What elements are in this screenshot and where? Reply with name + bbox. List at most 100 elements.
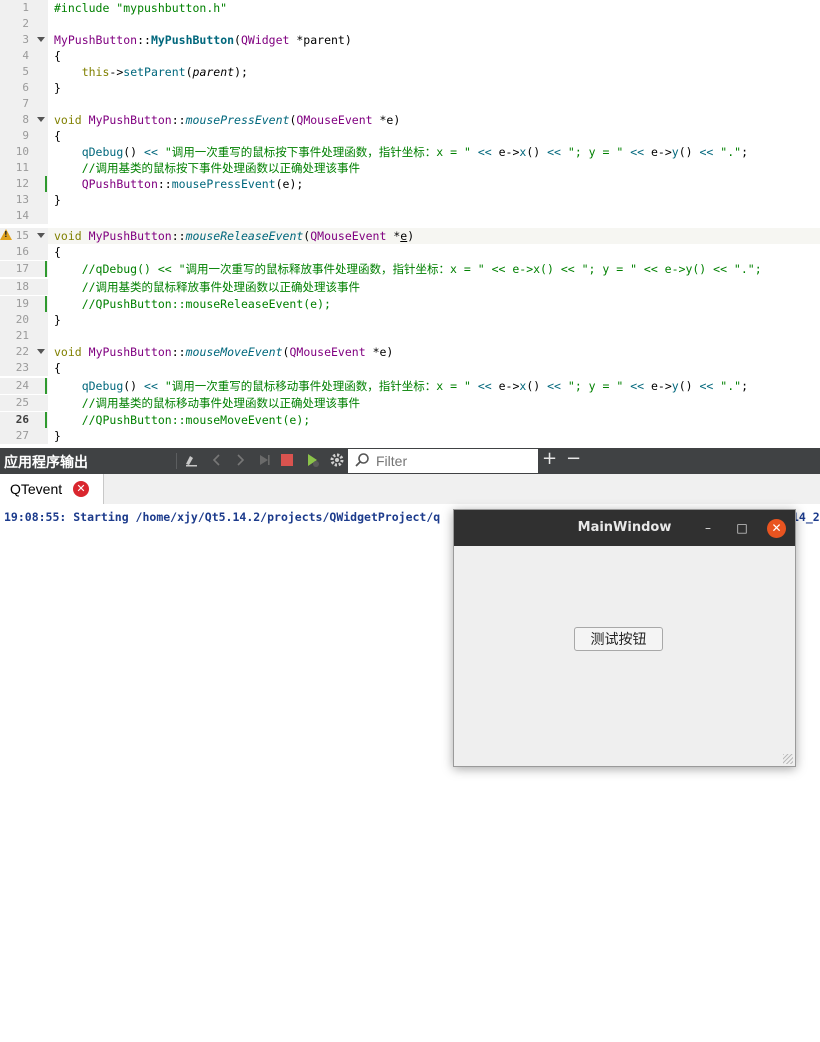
code-line[interactable]: 2 <box>0 16 820 32</box>
stop-icon[interactable] <box>280 452 294 473</box>
maximize-button[interactable]: □ <box>733 519 751 537</box>
gutter: 9 <box>0 128 48 144</box>
gutter: 21 <box>0 328 48 344</box>
gutter: 26 <box>0 412 48 428</box>
code-token: :: <box>171 113 186 127</box>
rerun-icon[interactable] <box>256 452 272 473</box>
close-button[interactable]: ✕ <box>767 519 786 538</box>
code-token: ( <box>234 33 241 47</box>
code-line[interactable]: 27 } <box>0 428 820 444</box>
window-title-bar[interactable]: MainWindow – □ ✕ <box>454 510 795 546</box>
filter-box[interactable] <box>348 449 538 473</box>
code-line[interactable]: 23 { <box>0 360 820 376</box>
output-line-tail: 14_2 <box>792 510 820 524</box>
code-token: e-> <box>491 145 520 159</box>
line-number: 1 <box>22 1 29 14</box>
line-number: 12 <box>15 177 29 190</box>
main-window[interactable]: MainWindow – □ ✕ 测试按钮 <box>453 509 796 767</box>
next-item-icon[interactable] <box>233 452 247 473</box>
code-token: void <box>54 345 82 359</box>
code-token: () <box>526 379 548 393</box>
code-line[interactable]: 13 } <box>0 192 820 208</box>
code-line[interactable]: 8 void MyPushButton::mousePressEvent(QMo… <box>0 112 820 128</box>
code-line[interactable]: 5 this->setParent(parent); <box>0 64 820 80</box>
code-token: :: <box>137 33 151 47</box>
code-comment: //调用基类的鼠标移动事件处理函数以正确处理该事件 <box>81 396 361 410</box>
line-number: 3 <box>22 33 29 46</box>
filter-input[interactable] <box>374 451 536 471</box>
code-line[interactable]: 22 void MyPushButton::mouseMoveEvent(QMo… <box>0 344 820 360</box>
code-token: () <box>678 379 700 393</box>
code-token: << <box>699 379 714 393</box>
code-line[interactable]: 16 { <box>0 244 820 260</box>
code-line[interactable]: 12 QPushButton::mousePressEvent(e); <box>0 176 820 192</box>
fold-arrow-icon[interactable] <box>37 117 45 122</box>
code-line[interactable]: 11 //调用基类的鼠标按下事件处理函数以正确处理该事件 <box>0 160 820 176</box>
code-line[interactable]: 21 <box>0 328 820 344</box>
change-marker <box>45 296 47 312</box>
line-number: 24 <box>15 379 29 392</box>
minimize-button[interactable]: – <box>699 519 717 537</box>
fold-arrow-icon[interactable] <box>37 349 45 354</box>
gutter: 27 <box>0 428 48 444</box>
close-icon[interactable]: ✕ <box>73 481 89 497</box>
code-token: "调用一次重写的鼠标按下事件处理函数，指针坐标：x = " <box>164 145 471 159</box>
code-line[interactable]: 3 MyPushButton::MyPushButton(QWidget *pa… <box>0 32 820 48</box>
code-line[interactable]: 15 void MyPushButton::mouseReleaseEvent(… <box>0 228 820 244</box>
line-number: 18 <box>15 280 29 293</box>
code-line[interactable]: 17 //qDebug() << "调用一次重写的鼠标释放事件处理函数，指针坐标… <box>0 261 820 277</box>
code-line[interactable]: 4 { <box>0 48 820 64</box>
line-number: 21 <box>15 329 29 342</box>
change-marker <box>45 378 47 394</box>
code-editor[interactable]: 1 #include "mypushbutton.h" 2 3 MyPushBu… <box>0 0 820 448</box>
code-token: MyPushButton <box>88 345 172 359</box>
code-token: } <box>54 193 61 207</box>
code-line[interactable]: 1 #include "mypushbutton.h" <box>0 0 820 16</box>
code-line[interactable]: 10 qDebug() << "调用一次重写的鼠标按下事件处理函数，指针坐标：x… <box>0 144 820 160</box>
test-button[interactable]: 测试按钮 <box>574 627 663 651</box>
code-line[interactable]: 19 //QPushButton::mouseReleaseEvent(e); <box>0 296 820 312</box>
line-number: 10 <box>15 145 29 158</box>
gutter: 5 <box>0 64 48 80</box>
code-token: :: <box>171 229 186 243</box>
code-token: "." <box>720 145 742 159</box>
gutter: 20 <box>0 312 48 328</box>
code-token: "调用一次重写的鼠标移动事件处理函数，指针坐标：x = " <box>164 379 471 393</box>
add-output-button[interactable]: + <box>542 450 557 468</box>
code-line[interactable]: 7 <box>0 96 820 112</box>
tab-qtevent[interactable]: QTevent ✕ <box>0 474 104 504</box>
gutter: 7 <box>0 96 48 112</box>
code-line[interactable]: 26 //QPushButton::mouseMoveEvent(e); <box>0 412 820 428</box>
code-token: MyPushButton <box>54 33 138 47</box>
resize-grip[interactable] <box>783 754 793 764</box>
gutter: 15 <box>0 228 48 244</box>
remove-output-button[interactable]: − <box>566 450 581 468</box>
code-line[interactable]: 25 //调用基类的鼠标移动事件处理函数以正确处理该事件 <box>0 395 820 411</box>
line-number: 27 <box>15 429 29 442</box>
code-line[interactable]: 20 } <box>0 312 820 328</box>
code-line[interactable]: 6 } <box>0 80 820 96</box>
gutter: 17 <box>0 261 48 277</box>
debug-run-icon[interactable] <box>305 452 321 473</box>
gear-icon[interactable] <box>329 452 345 473</box>
clear-output-icon[interactable] <box>183 452 199 473</box>
code-token: *e) <box>365 345 394 359</box>
previous-item-icon[interactable] <box>210 452 224 473</box>
gutter: 18 <box>0 279 48 295</box>
code-token: () <box>123 145 145 159</box>
output-line: 19:08:55: Starting /home/xjy/Qt5.14.2/pr… <box>4 510 441 524</box>
code-token: * <box>386 229 401 243</box>
gutter: 11 <box>0 160 48 176</box>
code-line[interactable]: 24 qDebug() << "调用一次重写的鼠标移动事件处理函数，指针坐标：x… <box>0 378 820 394</box>
fold-arrow-icon[interactable] <box>37 37 45 42</box>
code-token: mousePressEvent <box>171 177 276 191</box>
fold-arrow-icon[interactable] <box>37 233 45 238</box>
line-number: 2 <box>22 17 29 30</box>
gutter: 19 <box>0 296 48 312</box>
code-token: QWidget <box>240 33 290 47</box>
code-line[interactable]: 9 { <box>0 128 820 144</box>
code-line[interactable]: 14 <box>0 208 820 224</box>
code-line[interactable]: 18 //调用基类的鼠标释放事件处理函数以正确处理该事件 <box>0 279 820 295</box>
